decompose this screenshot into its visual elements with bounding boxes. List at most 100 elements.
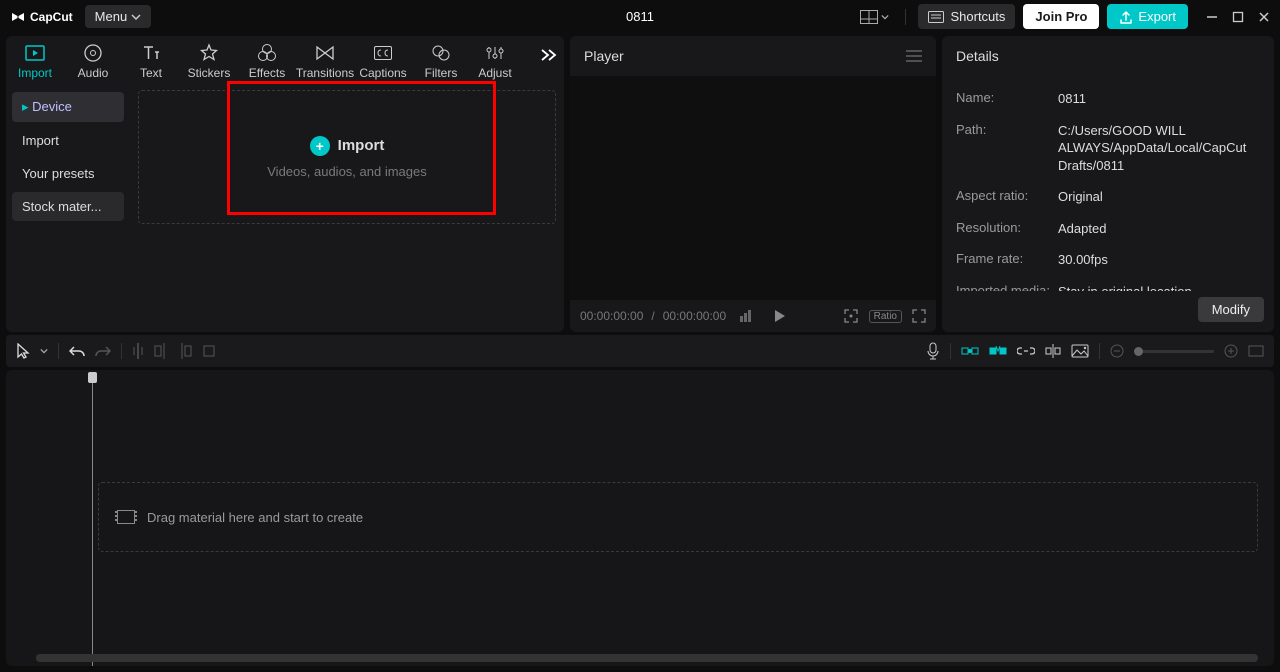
player-time-current: 00:00:00:00: [580, 309, 643, 323]
detail-row-fps: Frame rate:30.00fps: [956, 251, 1260, 269]
tab-adjust[interactable]: Adjust: [470, 40, 520, 80]
player-quality-button[interactable]: [740, 310, 756, 322]
detail-row-path: Path:C:/Users/GOOD WILL ALWAYS/AppData/L…: [956, 122, 1260, 175]
filters-tab-icon: [431, 43, 451, 63]
media-sidebar: ▸ Device Import Your presets Stock mater…: [6, 82, 130, 332]
crop-icon: [202, 344, 216, 358]
separator: [950, 343, 951, 359]
tab-label: Effects: [249, 66, 285, 80]
details-header: Details: [956, 48, 999, 64]
join-pro-button[interactable]: Join Pro: [1023, 4, 1099, 29]
delete-left-icon: [154, 343, 168, 359]
export-button[interactable]: Export: [1107, 4, 1188, 29]
preview-axis-button[interactable]: [1045, 343, 1061, 359]
delete-left-button[interactable]: [154, 343, 168, 359]
player-scale-button[interactable]: [843, 308, 859, 324]
tab-label: Filters: [425, 66, 458, 80]
stickers-tab-icon: [199, 43, 219, 63]
zoom-out-button[interactable]: [1110, 344, 1124, 358]
play-icon: [774, 309, 786, 323]
keyboard-icon: [928, 11, 944, 23]
tab-effects[interactable]: Effects: [238, 40, 296, 80]
redo-icon: [95, 344, 111, 358]
sidebar-item-device[interactable]: ▸ Device: [12, 92, 124, 122]
player-ratio-button[interactable]: Ratio: [869, 310, 902, 323]
text-tab-icon: [141, 44, 161, 62]
tab-audio[interactable]: Audio: [64, 40, 122, 80]
link-button[interactable]: [1017, 346, 1035, 356]
window-close-button[interactable]: [1258, 11, 1270, 23]
link-icon: [1017, 346, 1035, 356]
player-fullscreen-button[interactable]: [912, 309, 926, 323]
tab-import[interactable]: Import: [6, 40, 64, 80]
player-controls: 00:00:00:00 / 00:00:00:00 Ratio: [570, 300, 936, 332]
cover-button[interactable]: [1071, 344, 1089, 358]
menu-button[interactable]: Menu: [85, 5, 152, 28]
sidebar-item-stock[interactable]: Stock mater...: [12, 192, 124, 221]
player-play-button[interactable]: [774, 309, 786, 323]
detail-row-resolution: Resolution:Adapted: [956, 220, 1260, 238]
timeline-playhead[interactable]: [92, 374, 93, 666]
tab-filters[interactable]: Filters: [412, 40, 470, 80]
details-panel: Details Name:0811 Path:C:/Users/GOOD WIL…: [942, 36, 1274, 332]
tab-stickers[interactable]: Stickers: [180, 40, 238, 80]
redo-button[interactable]: [95, 344, 111, 358]
zoom-slider[interactable]: [1134, 350, 1214, 353]
zoom-in-button[interactable]: [1224, 344, 1238, 358]
delete-right-button[interactable]: [178, 343, 192, 359]
sidebar-item-presets[interactable]: Your presets: [12, 159, 124, 188]
double-chevron-right-icon: [540, 48, 558, 62]
tabs-more-button[interactable]: [540, 48, 558, 62]
magnet-main-button[interactable]: [961, 345, 979, 357]
tab-text[interactable]: Text: [122, 40, 180, 80]
undo-button[interactable]: [69, 344, 85, 358]
timeline[interactable]: Drag material here and start to create: [6, 370, 1274, 666]
tab-label: Adjust: [478, 66, 511, 80]
captions-tab-icon: [373, 45, 393, 61]
window-minimize-button[interactable]: [1206, 11, 1218, 23]
player-viewport[interactable]: [570, 76, 936, 300]
app-logo: CapCut: [10, 9, 73, 25]
modify-button[interactable]: Modify: [1198, 297, 1264, 322]
delete-right-icon: [178, 343, 192, 359]
timeline-scrollbar-thumb[interactable]: [36, 654, 1258, 662]
title-bar: CapCut Menu 0811 Shortcuts Join Pro Expo…: [0, 0, 1280, 33]
tab-label: Transitions: [296, 66, 354, 80]
shortcuts-label: Shortcuts: [950, 9, 1005, 24]
capcut-logo-icon: [10, 9, 26, 25]
crop-button[interactable]: [202, 344, 216, 358]
magnet-auto-button[interactable]: [989, 344, 1007, 358]
menu-button-label: Menu: [95, 9, 128, 24]
select-tool-dropdown[interactable]: [40, 347, 48, 355]
media-panel: Import Audio Text Stickers Effects: [6, 36, 564, 332]
separator: [121, 343, 122, 359]
player-panel: Player 00:00:00:00 / 00:00:00:00 Ratio: [570, 36, 936, 332]
export-icon: [1119, 10, 1133, 24]
record-voiceover-button[interactable]: [926, 342, 940, 360]
shortcuts-button[interactable]: Shortcuts: [918, 4, 1015, 29]
fullscreen-icon: [912, 309, 926, 323]
select-tool[interactable]: [16, 343, 30, 359]
window-maximize-button[interactable]: [1232, 11, 1244, 23]
zoom-slider-thumb[interactable]: [1134, 347, 1143, 356]
sidebar-item-import[interactable]: Import: [12, 126, 124, 155]
cover-icon: [1071, 344, 1089, 358]
timeline-scrollbar[interactable]: [36, 654, 1258, 662]
split-button[interactable]: [132, 343, 144, 359]
timeline-drop-hint-text: Drag material here and start to create: [147, 510, 363, 525]
tab-label: Audio: [78, 66, 109, 80]
import-dropzone[interactable]: + Import Videos, audios, and images: [138, 90, 556, 224]
app-name: CapCut: [30, 10, 73, 24]
player-menu-button[interactable]: [906, 50, 922, 62]
export-label: Export: [1138, 9, 1176, 24]
zoom-in-icon: [1224, 344, 1238, 358]
layout-icon: [860, 10, 878, 24]
tab-captions[interactable]: Captions: [354, 40, 412, 80]
zoom-fit-button[interactable]: [1248, 345, 1264, 357]
timeline-drop-hint: Drag material here and start to create: [98, 482, 1258, 552]
layout-button[interactable]: [856, 6, 893, 28]
preview-axis-icon: [1045, 343, 1061, 359]
tab-transitions[interactable]: Transitions: [296, 40, 354, 80]
tab-label: Stickers: [188, 66, 231, 80]
separator: [1099, 343, 1100, 359]
